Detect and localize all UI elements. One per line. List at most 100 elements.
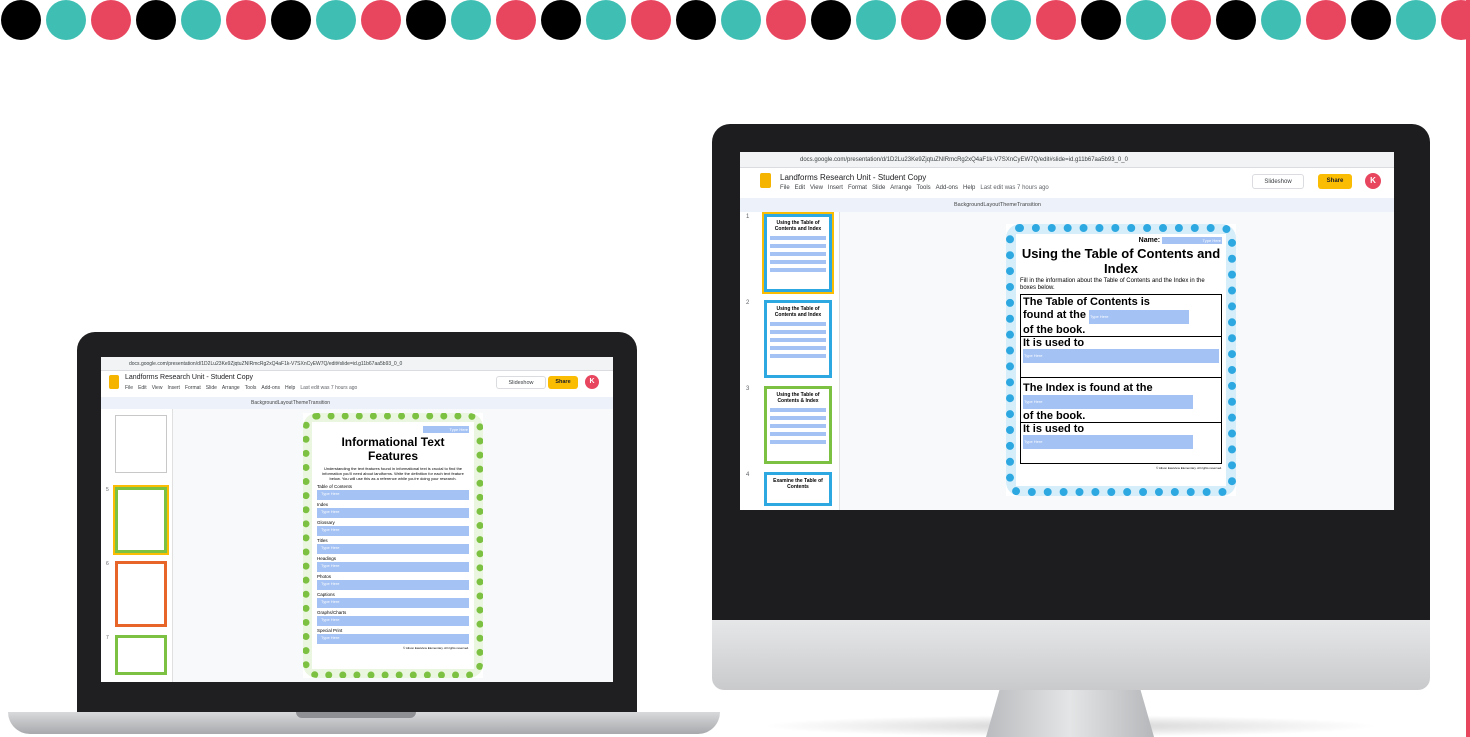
monitor-menu-item-7[interactable]: Tools <box>917 185 931 191</box>
laptop-share-button[interactable]: Share <box>548 376 578 389</box>
toc-used: It is used to <box>1021 336 1221 349</box>
monitor-thumb[interactable]: Using the Table of Contents and Index <box>764 300 832 378</box>
monitor-toolbar-item-1[interactable]: Layout <box>983 202 1000 208</box>
border-stripe <box>1466 0 1470 737</box>
feature-input[interactable]: Type Here <box>317 634 469 644</box>
monitor-menu-item-2[interactable]: View <box>810 185 823 191</box>
laptop-toolbar-item-3[interactable]: Transition <box>308 400 330 406</box>
thumb-input-bar <box>770 440 826 444</box>
laptop-menu-item-9[interactable]: Help <box>285 385 295 391</box>
monitor-toolbar-item-2[interactable]: Theme <box>1000 202 1017 208</box>
laptop-slideshow-button[interactable]: Slideshow <box>496 376 546 389</box>
laptop-thumb-selected[interactable] <box>113 485 169 555</box>
decor-dot <box>631 0 671 40</box>
monitor-menu-item-4[interactable]: Format <box>848 185 867 191</box>
decor-dot <box>316 0 356 40</box>
monitor-thumb-number: 1 <box>746 214 750 220</box>
monitor-thumb-number: 3 <box>746 386 750 392</box>
monitor-menu-item-9[interactable]: Help <box>963 185 975 191</box>
laptop-thumb[interactable] <box>115 561 167 627</box>
laptop-menu-item-5[interactable]: Slide <box>206 385 217 391</box>
laptop-menu-item-0[interactable]: File <box>125 385 133 391</box>
monitor-thumb[interactable]: Using the Table of Contents and Index <box>762 212 834 294</box>
laptop-thumb[interactable] <box>115 635 167 675</box>
monitor-app-bar: Landforms Research Unit - Student Copy F… <box>740 168 1394 198</box>
laptop-toolbar-item-2[interactable]: Theme <box>293 400 309 406</box>
monitor-url[interactable]: docs.google.com/presentation/d/1D2Lu23Ke… <box>800 157 1128 163</box>
monitor-thumb-title: Using the Table of Contents & Index <box>776 392 820 404</box>
laptop-menu-item-6[interactable]: Arrange <box>222 385 240 391</box>
laptop-thumb[interactable] <box>115 415 167 473</box>
feature-input[interactable]: Type Here <box>317 508 469 518</box>
feature-input[interactable]: Type Here <box>317 562 469 572</box>
toc-line-3: of the book. <box>1023 324 1086 336</box>
feature-input[interactable]: Type Here <box>317 544 469 554</box>
laptop-menu-item-2[interactable]: View <box>152 385 163 391</box>
monitor-menu-item-0[interactable]: File <box>780 185 790 191</box>
laptop-avatar[interactable]: K <box>585 375 599 389</box>
monitor-thumb-title: Using the Table of Contents and Index <box>774 220 822 232</box>
toc-location-input[interactable]: Type Here <box>1089 310 1189 324</box>
laptop-menu-item-7[interactable]: Tools <box>245 385 257 391</box>
laptop-address-bar[interactable]: docs.google.com/presentation/d/1D2Lu23Ke… <box>101 357 613 371</box>
monitor-menu-item-1[interactable]: Edit <box>795 185 805 191</box>
monitor-menu-item-8[interactable]: Add-ons <box>936 185 958 191</box>
decor-dot <box>406 0 446 40</box>
laptop-menu-item-1[interactable]: Edit <box>138 385 147 391</box>
monitor-doc-title[interactable]: Landforms Research Unit - Student Copy <box>780 173 926 182</box>
laptop-menu-item-3[interactable]: Insert <box>167 385 180 391</box>
laptop-url[interactable]: docs.google.com/presentation/d/1D2Lu23Ke… <box>129 361 402 367</box>
monitor-avatar[interactable]: K <box>1365 173 1381 189</box>
laptop-menu-item-4[interactable]: Format <box>185 385 201 391</box>
laptop-slide[interactable]: Type Here Informational Text Features Un… <box>303 413 483 678</box>
monitor-menu-item-5[interactable]: Slide <box>872 185 885 191</box>
feature-input[interactable]: Type Here <box>317 526 469 536</box>
decor-dot <box>766 0 806 40</box>
monitor-menu-item-3[interactable]: Insert <box>828 185 843 191</box>
laptop-doc-title[interactable]: Landforms Research Unit - Student Copy <box>125 374 253 381</box>
thumb-input-bar <box>770 346 826 350</box>
decor-dot <box>901 0 941 40</box>
dot-border <box>0 0 1470 44</box>
decor-dot <box>136 0 176 40</box>
decor-dot <box>46 0 86 40</box>
index-location-input[interactable]: Type Here <box>1023 395 1193 409</box>
monitor-thumb[interactable]: Using the Table of Contents & Index <box>764 386 832 464</box>
decor-dot <box>271 0 311 40</box>
slides-logo-icon[interactable] <box>760 173 771 188</box>
feature-input[interactable]: Type Here <box>317 490 469 500</box>
feature-list: Table of Contents Type Here Index Type Here… <box>317 484 469 644</box>
thumb-input-bar <box>770 424 826 428</box>
monitor-thumb-title: Using the Table of Contents and Index <box>774 306 822 318</box>
monitor-stand <box>986 690 1154 737</box>
feature-input[interactable]: Type Here <box>317 598 469 608</box>
monitor-toolbar-item-0[interactable]: Background <box>954 202 983 208</box>
laptop-notch <box>296 712 416 718</box>
monitor-slideshow-button[interactable]: Slideshow <box>1252 174 1304 189</box>
monitor-thumb-number: 2 <box>746 300 750 306</box>
laptop-slide-title: Informational Text Features <box>341 435 445 463</box>
toc-line-2-row: found at the Type Here <box>1021 309 1221 324</box>
laptop-toolbar-item-1[interactable]: Layout <box>278 400 293 406</box>
decor-dot <box>1 0 41 40</box>
monitor-menu-item-6[interactable]: Arrange <box>890 185 911 191</box>
index-use-input[interactable]: Type Here <box>1023 435 1193 449</box>
monitor-toolbar-item-3[interactable]: Transition <box>1017 202 1041 208</box>
laptop-menu-item-8[interactable]: Add-ons <box>261 385 280 391</box>
laptop-last-edit[interactable]: Last edit was 7 hours ago <box>300 385 357 391</box>
toc-use-input[interactable]: Type Here <box>1023 349 1219 363</box>
laptop-type-here[interactable]: Type Here <box>423 426 469 433</box>
monitor-last-edit[interactable]: Last edit was 7 hours ago <box>980 185 1048 191</box>
monitor-share-button[interactable]: Share <box>1318 174 1352 189</box>
monitor-slide-instructions: Fill in the information about the Table … <box>1020 278 1205 291</box>
feature-input[interactable]: Type Here <box>317 616 469 626</box>
monitor-thumb[interactable]: Examine the Table of Contents <box>764 472 832 506</box>
name-input[interactable]: Type Here <box>1162 237 1222 244</box>
laptop-app-bar: Landforms Research Unit - Student Copy F… <box>101 371 613 397</box>
laptop-toolbar-item-0[interactable]: Background <box>251 400 278 406</box>
feature-input[interactable]: Type Here <box>317 580 469 590</box>
monitor-slide[interactable]: Name: Type Here Using the Table of Conte… <box>1006 224 1236 496</box>
monitor-address-bar[interactable]: docs.google.com/presentation/d/1D2Lu23Ke… <box>740 152 1394 168</box>
slides-logo-icon[interactable] <box>109 375 119 389</box>
decor-dot <box>991 0 1031 40</box>
